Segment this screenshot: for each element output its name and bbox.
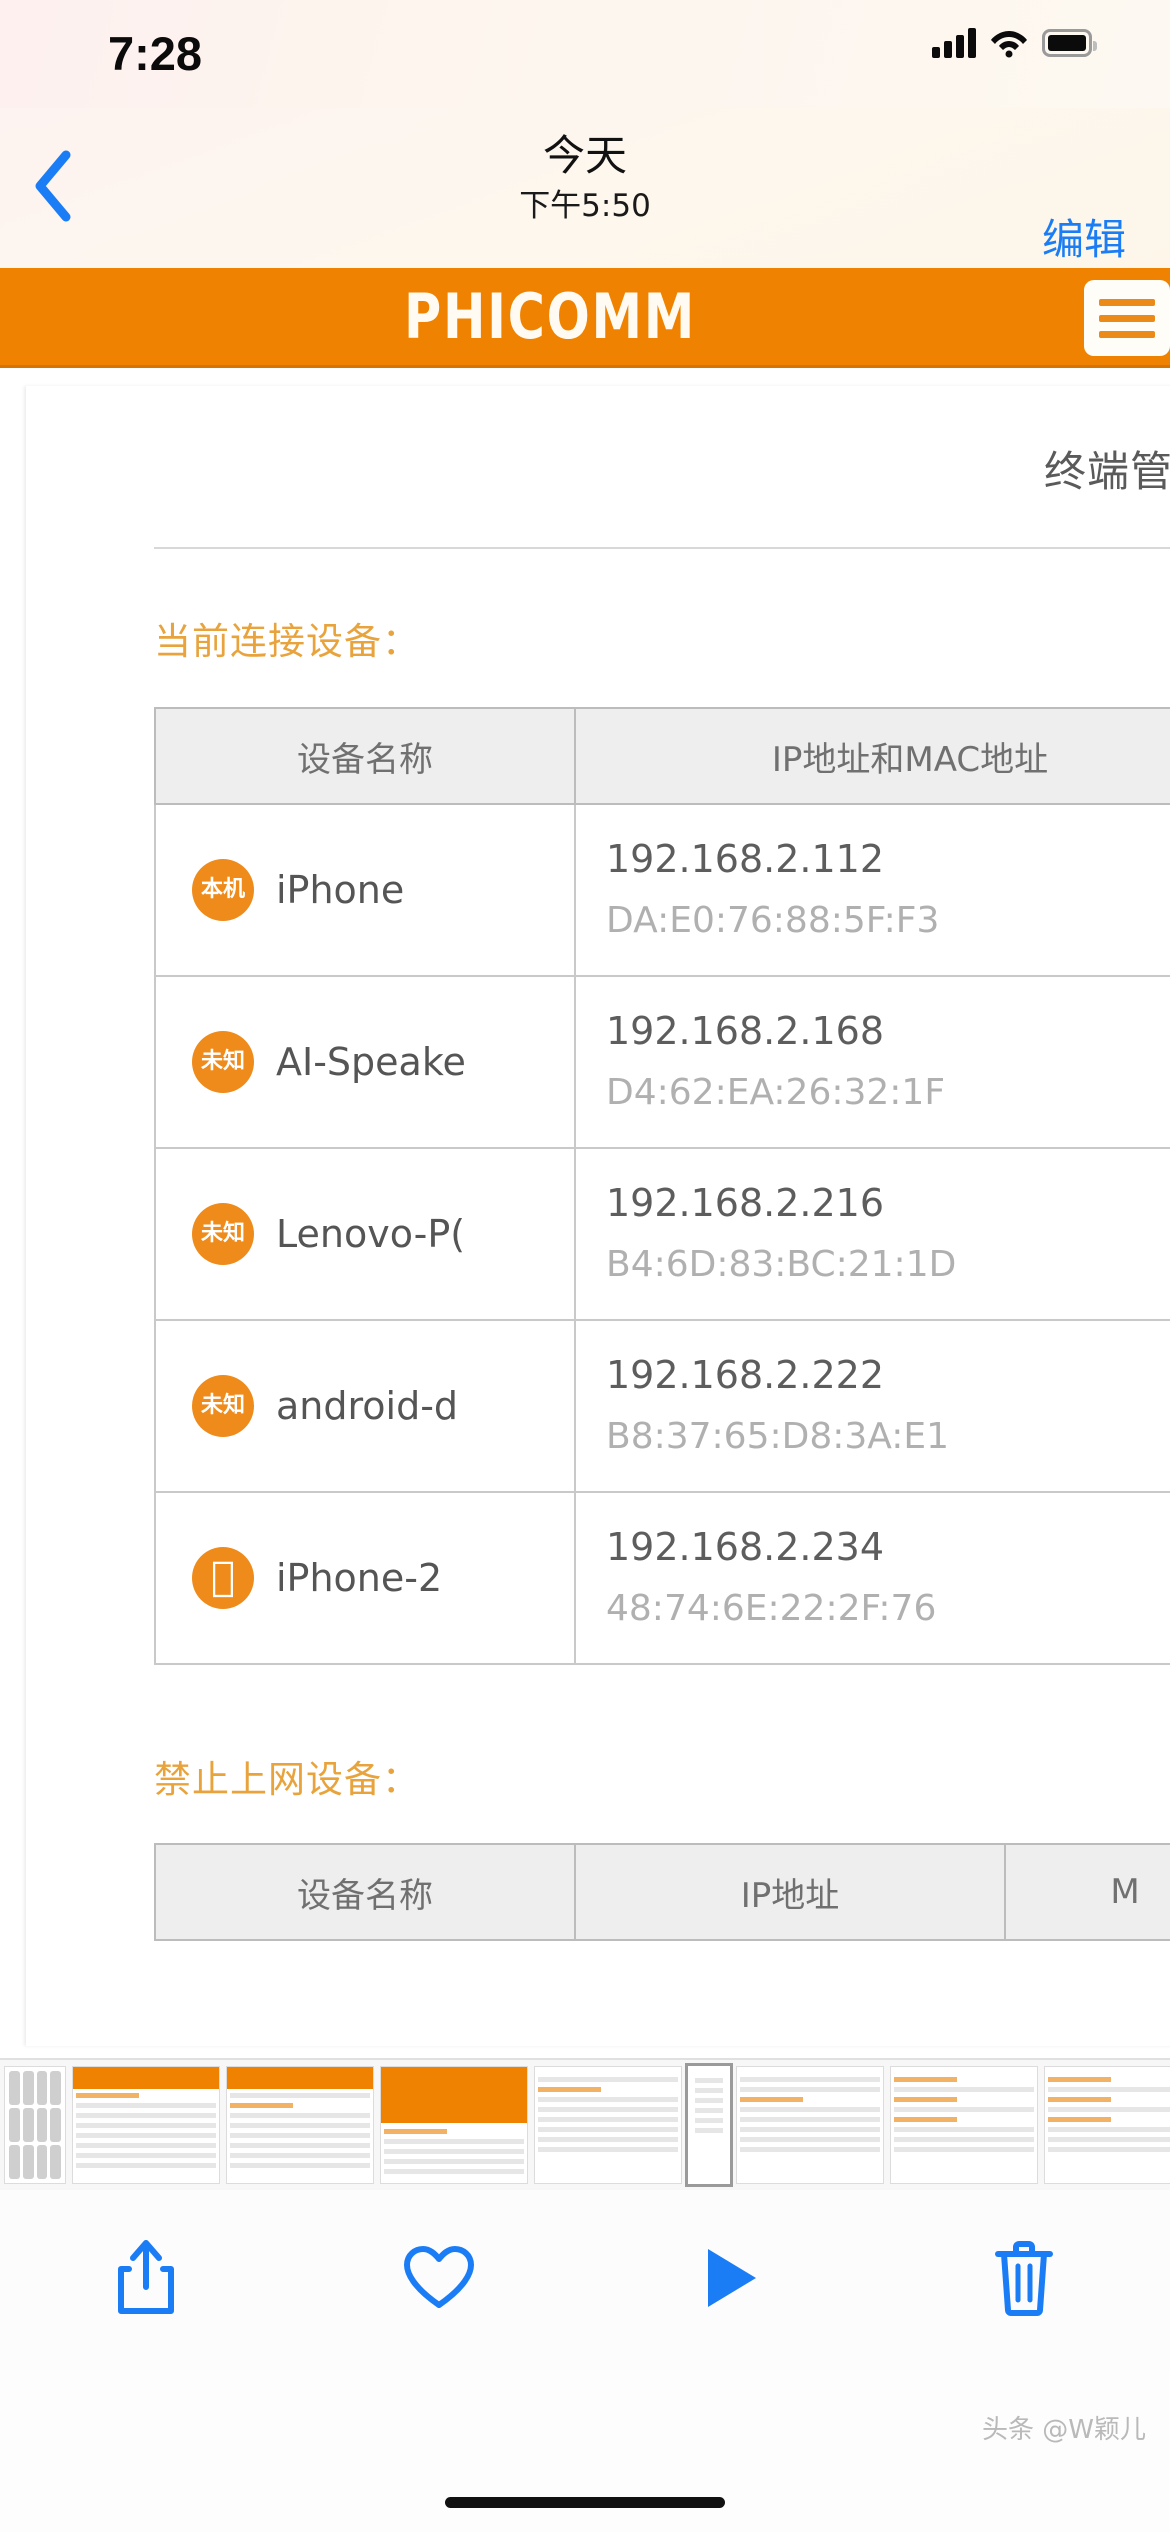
delete-button[interactable] xyxy=(954,2225,1094,2335)
table-row[interactable]: 未知 AI-Speake 192.168.2.168 D4:62:EA:26:3… xyxy=(154,976,1170,1149)
router-page-body: 终端管理 当前连接设备： 设备名称 IP地址和MAC地址 本机 iP xyxy=(26,386,1170,2046)
column-header-ip-mac: IP地址和MAC地址 xyxy=(574,707,1170,805)
column-header-ip: IP地址 xyxy=(574,1843,1006,1941)
photo-toolbar xyxy=(0,2190,1170,2370)
connected-devices-table: 设备名称 IP地址和MAC地址 本机 iPhone 192.168.2.112 … xyxy=(154,707,1170,1665)
table-header-row: 设备名称 IP地址和MAC地址 xyxy=(154,707,1170,805)
device-name: iPhone-2 xyxy=(276,1556,443,1600)
filmstrip-thumbnail[interactable] xyxy=(380,2066,528,2184)
device-ip: 192.168.2.222 xyxy=(606,1353,885,1397)
table-row[interactable]: 未知 android-d 192.168.2.222 B8:37:65:D8:3… xyxy=(154,1320,1170,1493)
table-row[interactable]:  iPhone-2 192.168.2.234 48:74:6E:22:2F:… xyxy=(154,1492,1170,1665)
page-title: 今天 xyxy=(542,131,627,180)
device-name: Lenovo-P( xyxy=(276,1212,466,1256)
device-name: iPhone xyxy=(276,868,405,912)
heart-icon xyxy=(403,2245,475,2316)
divider xyxy=(154,547,1170,549)
battery-icon xyxy=(1042,29,1097,57)
device-name: android-d xyxy=(276,1384,459,1428)
status-bar-icons xyxy=(932,28,1097,58)
filmstrip-thumbnail[interactable] xyxy=(4,2066,66,2184)
terminal-management-title: 终端管理 xyxy=(1043,447,1170,496)
blocked-devices-heading: 禁止上网设备： xyxy=(154,1758,420,1801)
watermark: 头条 @W颖儿 xyxy=(982,2415,1146,2445)
device-mac: DA:E0:76:88:5F:F3 xyxy=(606,900,940,941)
column-header-mac: M xyxy=(1004,1843,1170,1941)
device-status-badge: 未知 xyxy=(192,1031,254,1093)
connected-devices-heading: 当前连接设备： xyxy=(154,620,420,663)
device-ip: 192.168.2.216 xyxy=(606,1181,885,1225)
table-row[interactable]: 未知 Lenovo-P( 192.168.2.216 B4:6D:83:BC:2… xyxy=(154,1148,1170,1321)
hamburger-menu-icon[interactable] xyxy=(1084,280,1170,356)
wifi-icon xyxy=(990,28,1028,58)
status-bar-time: 7:28 xyxy=(108,27,203,80)
column-header-device-name: 设备名称 xyxy=(154,707,576,805)
nav-title-block: 今天 下午5:50 xyxy=(0,130,1170,228)
filmstrip-thumbnail[interactable] xyxy=(890,2066,1038,2184)
navigation-bar: 今天 下午5:50 编辑 xyxy=(0,108,1170,268)
device-mac: B4:6D:83:BC:21:1D xyxy=(606,1244,957,1285)
filmstrip-thumbnail[interactable] xyxy=(1044,2066,1170,2184)
screenshot-root: 7:28 今天 下午5:50 编辑 PHICOMM 终端管 当前连接设备： 设备… xyxy=(0,0,1170,2532)
favorite-button[interactable] xyxy=(369,2225,509,2335)
table-header-row: 设备名称 IP地址 M xyxy=(154,1843,1170,1941)
page-subtitle: 下午5:50 xyxy=(519,188,651,224)
device-ip: 192.168.2.112 xyxy=(606,837,885,881)
column-header-device-name: 设备名称 xyxy=(154,1843,576,1941)
photo-content[interactable]: PHICOMM 终端管理 当前连接设备： 设备名称 IP地址和MAC地址 xyxy=(0,268,1170,2058)
router-brand-bar: PHICOMM xyxy=(0,268,1170,368)
filmstrip-thumbnail[interactable] xyxy=(226,2066,374,2184)
play-icon xyxy=(702,2245,760,2316)
device-mac: B8:37:65:D8:3A:E1 xyxy=(606,1416,950,1457)
play-button[interactable] xyxy=(661,2225,801,2335)
device-mac: 48:74:6E:22:2F:76 xyxy=(606,1588,937,1629)
device-mac: D4:62:EA:26:32:1F xyxy=(606,1072,946,1113)
home-indicator[interactable] xyxy=(445,2497,725,2508)
device-status-badge: 本机 xyxy=(192,859,254,921)
phicomm-logo: PHICOMM xyxy=(404,280,696,353)
status-bar: 7:28 xyxy=(0,0,1170,108)
device-status-badge: 未知 xyxy=(192,1375,254,1437)
apple-logo-icon:  xyxy=(192,1547,254,1609)
device-ip: 192.168.2.234 xyxy=(606,1525,885,1569)
device-status-badge: 未知 xyxy=(192,1203,254,1265)
device-ip: 192.168.2.168 xyxy=(606,1009,885,1053)
share-button[interactable] xyxy=(76,2225,216,2335)
filmstrip-thumbnail-selected[interactable] xyxy=(688,2066,730,2184)
blocked-devices-table: 设备名称 IP地址 M xyxy=(154,1843,1170,1941)
filmstrip-thumbnail[interactable] xyxy=(72,2066,220,2184)
share-icon xyxy=(115,2239,177,2322)
photo-filmstrip[interactable] xyxy=(0,2058,1170,2190)
trash-icon xyxy=(994,2240,1054,2321)
device-name: AI-Speake xyxy=(276,1040,466,1084)
filmstrip-thumbnail[interactable] xyxy=(534,2066,682,2184)
table-row[interactable]: 本机 iPhone 192.168.2.112 DA:E0:76:88:5F:F… xyxy=(154,804,1170,977)
cellular-signal-icon xyxy=(932,28,976,58)
edit-button[interactable]: 编辑 xyxy=(1042,206,1126,267)
filmstrip-thumbnail[interactable] xyxy=(736,2066,884,2184)
